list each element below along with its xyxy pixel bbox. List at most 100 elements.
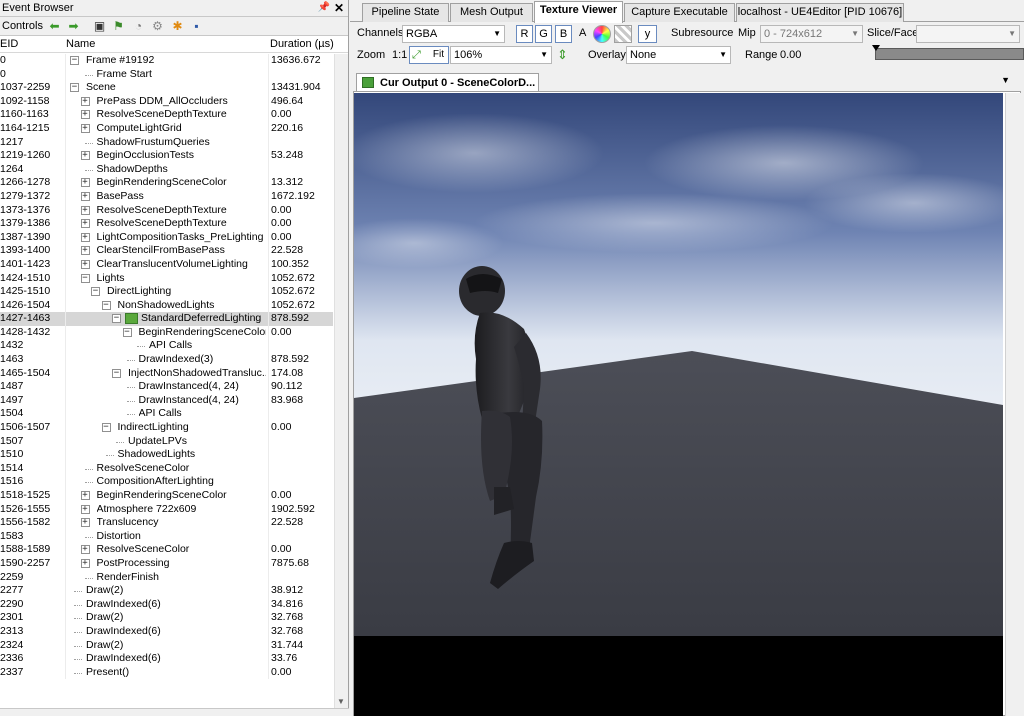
- expand-plus-icon[interactable]: +: [80, 504, 90, 514]
- event-row[interactable]: 1514 ResolveSceneColor: [0, 461, 333, 476]
- event-row[interactable]: 1487 DrawInstanced(4, 24) 90.112: [0, 380, 333, 394]
- event-row[interactable]: 1387-1390 + LightCompositionTasks_PreLight…: [0, 230, 333, 245]
- collapse-minus-icon[interactable]: −: [112, 368, 121, 378]
- event-row[interactable]: 2324 Draw(2) 31.744: [0, 638, 333, 653]
- event-row[interactable]: 1264 ShadowDepths: [0, 162, 333, 177]
- timer-icon[interactable]: ◔: [131, 19, 146, 33]
- collapse-minus-icon[interactable]: −: [101, 423, 111, 433]
- blue-channel-toggle[interactable]: B: [555, 25, 572, 43]
- event-row[interactable]: 1164-1215 + ComputeLightGrid 220.16: [0, 121, 333, 136]
- alpha-channel-toggle[interactable]: A: [579, 23, 586, 43]
- event-row[interactable]: 1426-1504 − NonShadowedLights 1052.672: [0, 298, 333, 313]
- event-row[interactable]: 1160-1163 + ResolveSceneDepthTexture 0.00: [0, 108, 333, 122]
- tab-texture-viewer[interactable]: Texture Viewer: [534, 1, 623, 23]
- range-min-handle-icon[interactable]: [872, 45, 880, 51]
- expand-plus-icon[interactable]: +: [80, 191, 90, 201]
- event-row[interactable]: 1588-1589 + ResolveSceneColor 0.00: [0, 543, 333, 557]
- event-row[interactable]: 1279-1372 + BasePass 1672.192: [0, 189, 333, 204]
- expand-plus-icon[interactable]: +: [80, 491, 90, 500]
- tab-list-chevron-down-icon[interactable]: ▼: [1001, 75, 1010, 85]
- event-row[interactable]: 1432 API Calls: [0, 339, 333, 354]
- event-row[interactable]: 1465-1504 − InjectNonShadowedTransluc... 17…: [0, 366, 333, 381]
- current-output-tab[interactable]: Cur Output 0 - SceneColorD...: [356, 73, 539, 92]
- expand-plus-icon[interactable]: +: [80, 110, 90, 120]
- event-row[interactable]: 2301 Draw(2) 32.768: [0, 611, 333, 625]
- expand-plus-icon[interactable]: +: [80, 246, 90, 256]
- event-row[interactable]: 2290 DrawIndexed(6) 34.816: [0, 597, 333, 612]
- collapse-minus-icon[interactable]: −: [112, 314, 121, 324]
- expand-plus-icon[interactable]: +: [80, 232, 90, 242]
- save-icon[interactable]: ▪: [189, 19, 204, 33]
- collapse-minus-icon[interactable]: −: [122, 327, 132, 337]
- previous-arrow-icon[interactable]: ⬅: [47, 19, 62, 33]
- event-row[interactable]: 1266-1278 + BeginRenderingSceneColor 13.312: [0, 176, 333, 190]
- event-row[interactable]: 1526-1555 + Atmosphere 722x609 1902.592: [0, 502, 333, 517]
- event-row[interactable]: 1217 ShadowFrustumQueries: [0, 135, 333, 150]
- event-row[interactable]: 1510 ShadowedLights: [0, 448, 333, 462]
- find-icon[interactable]: ▣: [92, 19, 107, 33]
- highlight-star-icon[interactable]: ✱: [170, 19, 185, 33]
- expand-plus-icon[interactable]: +: [80, 178, 90, 188]
- event-row[interactable]: 1373-1376 + ResolveSceneDepthTexture 0.00: [0, 203, 333, 218]
- event-row[interactable]: 0 Frame Start: [0, 67, 333, 82]
- event-row[interactable]: 1516 CompositionAfterLighting: [0, 475, 333, 489]
- event-row[interactable]: 1556-1582 + Translucency 22.528: [0, 516, 333, 530]
- event-row[interactable]: 1219-1260 + BeginOcclusionTests 53.248: [0, 149, 333, 163]
- expand-plus-icon[interactable]: +: [80, 151, 90, 161]
- expand-plus-icon[interactable]: +: [80, 558, 90, 568]
- close-icon[interactable]: ✕: [334, 0, 344, 16]
- event-row[interactable]: 1393-1400 + ClearStencilFromBasePass 22.528: [0, 244, 333, 258]
- event-row[interactable]: 1583 Distortion: [0, 529, 333, 544]
- mip-select[interactable]: 0 - 724x612 ▼: [760, 25, 863, 43]
- event-row[interactable]: 1424-1510 − Lights 1052.672: [0, 271, 333, 286]
- event-row[interactable]: 1379-1386 + ResolveSceneDepthTexture 0.00: [0, 217, 333, 231]
- settings-gear-icon[interactable]: ⚙: [150, 19, 165, 33]
- color-picker-icon[interactable]: [593, 25, 611, 43]
- expand-plus-icon[interactable]: +: [80, 96, 90, 106]
- event-row[interactable]: 1506-1507 − IndirectLighting 0.00: [0, 421, 333, 435]
- next-arrow-icon[interactable]: ➡: [66, 19, 81, 33]
- collapse-minus-icon[interactable]: −: [80, 273, 90, 283]
- event-row[interactable]: 1463 DrawIndexed(3) 878.592: [0, 353, 333, 367]
- zoom-1to1-button[interactable]: 1:1: [392, 45, 407, 65]
- tab-mesh-output[interactable]: Mesh Output: [450, 3, 533, 22]
- event-list-scrollbar[interactable]: ▼: [334, 54, 348, 708]
- checkerboard-background-icon[interactable]: [614, 25, 632, 43]
- expand-plus-icon[interactable]: +: [80, 545, 90, 555]
- event-row[interactable]: 1590-2257 + PostProcessing 7875.68: [0, 556, 333, 571]
- event-row[interactable]: 1518-1525 + BeginRenderingSceneColor 0.00: [0, 489, 333, 503]
- name-column-header[interactable]: Name: [66, 36, 95, 53]
- collapse-minus-icon[interactable]: −: [91, 287, 100, 297]
- pin-icon[interactable]: 📌: [318, 0, 330, 16]
- event-row[interactable]: 2336 DrawIndexed(6) 33.76: [0, 652, 333, 666]
- tab-pipeline-state[interactable]: Pipeline State: [362, 3, 449, 22]
- event-row[interactable]: 2337 Present() 0.00: [0, 665, 333, 680]
- overlay-select[interactable]: None ▼: [626, 46, 731, 64]
- event-row[interactable]: 2277 Draw(2) 38.912: [0, 584, 333, 598]
- channels-select[interactable]: RGBA ▼: [402, 25, 505, 43]
- flip-vertical-icon[interactable]: ⇕: [557, 45, 568, 65]
- collapse-minus-icon[interactable]: −: [70, 83, 79, 93]
- event-row[interactable]: 1425-1510 − DirectLighting 1052.672: [0, 285, 333, 299]
- event-row[interactable]: 1401-1423 + ClearTranslucentVolumeLighting…: [0, 257, 333, 272]
- event-row[interactable]: 1497 DrawInstanced(4, 24) 83.968: [0, 393, 333, 408]
- tab-capture-executable[interactable]: Capture Executable: [624, 3, 735, 22]
- event-row[interactable]: 1428-1432 − BeginRenderingSceneColor 0.00: [0, 325, 333, 340]
- viewport-scrollbar[interactable]: [1005, 93, 1024, 716]
- event-row[interactable]: 2259 RenderFinish: [0, 570, 333, 585]
- gamma-toggle[interactable]: y: [638, 25, 657, 43]
- green-channel-toggle[interactable]: G: [535, 25, 552, 43]
- event-row[interactable]: 1507 UpdateLPVs: [0, 434, 333, 449]
- red-channel-toggle[interactable]: R: [516, 25, 533, 43]
- zoom-select[interactable]: 106% ▼: [450, 46, 552, 64]
- event-row[interactable]: 2313 DrawIndexed(6) 32.768: [0, 624, 333, 639]
- collapse-minus-icon[interactable]: −: [101, 300, 111, 310]
- eid-column-header[interactable]: EID: [0, 36, 18, 53]
- event-row[interactable]: 1092-1158 + PrePass DDM_AllOccluders 496.64: [0, 94, 333, 109]
- tab-localhost-ue4editor[interactable]: localhost - UE4Editor [PID 10676]: [736, 3, 904, 22]
- event-row-selected[interactable]: 1427-1463 − StandardDeferredLighting 878.59…: [0, 312, 333, 326]
- event-row[interactable]: 1037-2259 − Scene 13431.904: [0, 81, 333, 95]
- expand-plus-icon[interactable]: +: [80, 518, 90, 528]
- scroll-down-arrow-icon[interactable]: ▼: [337, 697, 345, 706]
- expand-plus-icon[interactable]: +: [80, 123, 90, 133]
